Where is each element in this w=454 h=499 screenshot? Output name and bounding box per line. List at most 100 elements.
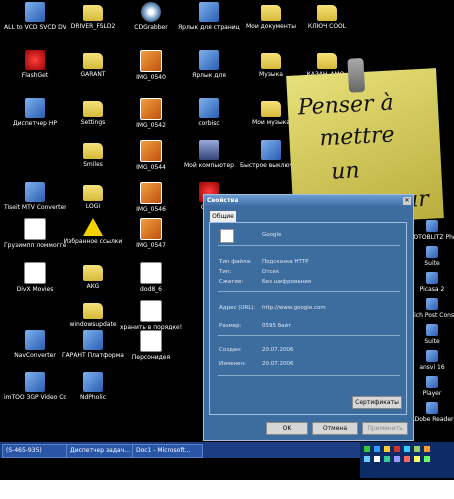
desktop-icon[interactable]: FlashGet — [4, 50, 66, 79]
tray-icon[interactable] — [404, 456, 410, 462]
desktop-icon[interactable]: Tiseit MTV Converter v.2 — [4, 182, 66, 211]
desktop-icon[interactable]: Settings — [62, 98, 124, 126]
desktop-icon-label: Suite — [424, 260, 440, 267]
desktop-icon[interactable]: dod8_6 — [120, 262, 182, 293]
certificates-button[interactable]: Сертификаты — [352, 396, 402, 409]
right-icon-column: FOTOBLITZ Photoshop CS2 Suite Picasa 2 Rich… — [410, 220, 454, 450]
desktop-icon-label: ALL to VCD SVCD DVD Converter — [4, 24, 66, 31]
tray-icon[interactable] — [384, 456, 390, 462]
desktop-icon-label: IMG_0540 — [136, 74, 166, 81]
desktop-icon[interactable]: Ярлык для страницы — [178, 2, 240, 31]
desktop-icon[interactable]: ALL to VCD SVCD DVD Converter — [4, 2, 66, 31]
desktop-icon[interactable]: IMG_0547 — [120, 218, 182, 249]
desktop-icon[interactable]: FOTOBLITZ Photoshop CS2 — [410, 220, 454, 241]
dialog-titlebar[interactable]: Свойства ✕ — [204, 195, 413, 207]
dialog-title: Свойства — [207, 197, 239, 204]
row-label: Сжатие: — [219, 279, 244, 285]
desktop-icon[interactable]: Picasa 2 — [410, 272, 454, 293]
app-icon — [25, 330, 45, 350]
row-value: 20.07.2006 — [262, 347, 294, 353]
row-value: 20.07.2006 — [262, 361, 294, 367]
desktop-icon[interactable]: Suite — [410, 246, 454, 267]
app-icon — [199, 98, 219, 118]
tray-icon[interactable] — [374, 456, 380, 462]
cancel-button[interactable]: Отмена — [312, 422, 358, 435]
taskbar-item[interactable]: (S-465-935) — [2, 444, 67, 458]
general-panel: Google Тип файла: Подсказка HTTP Тип: От… — [209, 222, 407, 415]
ok-button[interactable]: OK — [266, 422, 308, 435]
desktop-icon[interactable]: Мои документы — [240, 2, 302, 30]
folder-icon — [83, 185, 103, 201]
img-icon — [140, 98, 162, 120]
app-icon — [426, 220, 438, 232]
close-icon[interactable]: ✕ — [403, 197, 411, 205]
desktop-icon[interactable]: imTOO 3GP Video Converter Wizard 3 — [4, 372, 66, 401]
tape-icon — [347, 57, 366, 93]
desktop-icon-label: ADobe Reader — [410, 416, 454, 423]
desktop-icon-label: FlashGet — [21, 72, 49, 79]
desktop-icon[interactable]: ansvi 16 — [410, 350, 454, 371]
row-value: Без шифрования — [262, 279, 312, 285]
desktop-icon[interactable]: GARANT — [62, 50, 124, 78]
desktop-icon[interactable]: ADobe Reader — [410, 402, 454, 423]
taskbar-item[interactable]: Doc1 - Microsoft... — [132, 444, 203, 458]
desktop-icon[interactable]: IMG_0546 — [120, 182, 182, 213]
desktop-icon[interactable]: DivX Movies — [4, 262, 66, 293]
app-icon — [426, 246, 438, 258]
desktop-icon-label: Picasa 2 — [419, 286, 445, 293]
desktop-icon[interactable]: Ярлык для — [178, 50, 240, 79]
tray-icon[interactable] — [394, 446, 400, 452]
desktop-icon[interactable]: Музыка — [240, 50, 302, 78]
desktop-icon-label: Ярлык для — [192, 72, 226, 79]
desktop-icon-label: Smiles — [83, 161, 103, 168]
desktop-icon[interactable]: Мой компьютер — [178, 140, 240, 169]
desktop-icon-label: imTOO 3GP Video Converter Wizard 3 — [4, 394, 66, 401]
desktop-icon-label: IMG_0542 — [136, 122, 166, 129]
desktop-icon[interactable]: CDGrabber — [120, 2, 182, 31]
desktop-icon[interactable]: IMG_0542 — [120, 98, 182, 129]
tray-icon[interactable] — [424, 446, 430, 452]
desktop-icon-label: DivX Movies — [16, 286, 54, 293]
img-icon — [140, 140, 162, 162]
desktop-icon[interactable]: Персонидея — [120, 330, 182, 361]
desktop-icon[interactable]: хранить в порядке! — [120, 300, 182, 331]
desktop-icon[interactable]: NdPholic — [62, 372, 124, 401]
desktop-icon[interactable]: КЛЮЧ COOL — [296, 2, 358, 30]
row-value[interactable]: http://www.google.com — [262, 305, 326, 311]
tray-icon[interactable] — [374, 446, 380, 452]
row-label: Изменен: — [219, 361, 247, 367]
tray-icon[interactable] — [414, 446, 420, 452]
desktop-icon[interactable]: AKG — [62, 262, 124, 290]
desktop-icon[interactable]: Suite — [410, 324, 454, 345]
desktop-icon-label: Suite — [424, 338, 440, 345]
desktop-icon[interactable]: Smiles — [62, 140, 124, 168]
tray-icon[interactable] — [424, 456, 430, 462]
tab-general[interactable]: Общие — [210, 211, 236, 222]
apply-button[interactable]: Применить — [362, 422, 408, 435]
desktop-icon[interactable]: Player — [410, 376, 454, 397]
desktop-icon[interactable]: Диспетчер HP — [4, 98, 66, 127]
tray-icon[interactable] — [404, 446, 410, 452]
tray-icon[interactable] — [414, 456, 420, 462]
desktop-icon-label: Player — [422, 390, 442, 397]
taskbar-item[interactable]: Диспетчер задач... — [66, 444, 133, 458]
tray-icon[interactable] — [384, 446, 390, 452]
tray-icon[interactable] — [364, 456, 370, 462]
desktop-icon[interactable]: IMG_0540 — [120, 50, 182, 81]
desktop-icon-label: IMG_0547 — [136, 242, 166, 249]
desktop-icon[interactable]: IMG_0544 — [120, 140, 182, 171]
desktop-icon[interactable]: Rich Post Cons — [410, 298, 454, 319]
desktop-icon[interactable]: Избранное ссылки — [62, 218, 124, 245]
note-line: un — [330, 158, 361, 185]
desktop-icon[interactable]: Грузимпп ломмогге дм — [4, 218, 66, 249]
desktop-icon[interactable]: windowsupdate — [62, 300, 124, 328]
desktop-icon[interactable]: NavConverter — [4, 330, 66, 359]
desktop-icon[interactable]: corbisc — [178, 98, 240, 127]
app-icon — [25, 98, 45, 118]
tray-icon[interactable] — [394, 456, 400, 462]
tray-icon[interactable] — [364, 446, 370, 452]
desktop-icon[interactable]: DRIVER_FSLD2 — [62, 2, 124, 30]
desktop-icon-label: Избранное ссылки — [63, 238, 123, 245]
desktop-icon[interactable]: LOGI — [62, 182, 124, 210]
desktop-icon[interactable]: ГАРАНТ Платформа F1 — [62, 330, 124, 359]
